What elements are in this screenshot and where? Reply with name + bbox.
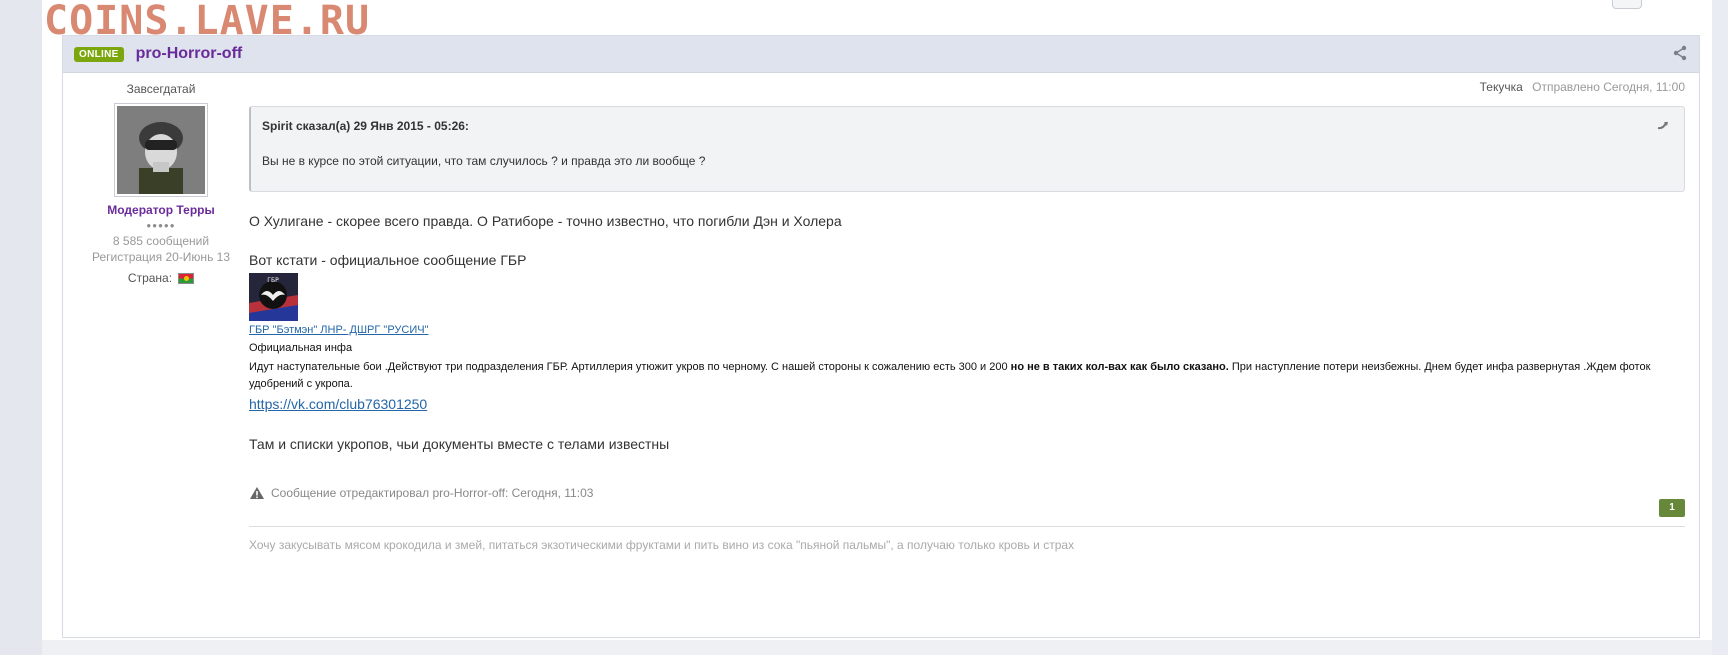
gbr-group-link[interactable]: ГБР "Бэтмэн" ЛНР- ДШРГ "РУСИЧ" (249, 324, 429, 336)
author-rank-title: Завсегдатай (126, 82, 196, 96)
view-quoted-post-icon[interactable] (1656, 119, 1670, 131)
quote-block: Spirit сказал(а) 29 Янв 2015 - 05:26: Вы… (249, 106, 1685, 192)
avatar[interactable] (114, 103, 208, 197)
bottom-background-strip (42, 640, 1712, 655)
report-text-part: Идут наступательные бои .Действуют три п… (249, 361, 1011, 373)
report-text: Идут наступательные бои .Действуют три п… (249, 359, 1685, 393)
avatar-image (117, 106, 205, 194)
author-group: Модератор Терры (107, 203, 215, 217)
batman-emblem-icon: ГБР (249, 273, 298, 321)
forum-post: ONLINE pro-Horror-off Завсегдатай Модера… (62, 35, 1700, 638)
svg-text:ГБР: ГБР (267, 277, 279, 284)
post-count: 8 585 сообщений (112, 234, 210, 248)
edit-note-text: Сообщение отредактировал pro-Horror-off:… (271, 486, 594, 500)
vk-club-link[interactable]: https://vk.com/club76301250 (249, 396, 427, 412)
post-header: ONLINE pro-Horror-off (63, 36, 1699, 73)
share-icon[interactable] (1673, 45, 1687, 61)
edit-note: Сообщение отредактировал pro-Horror-off:… (249, 486, 593, 500)
registration-date: Регистрация 20-Июнь 13 (91, 250, 230, 264)
author-panel: Завсегдатай Модератор Терры ●●●●● 8 585 … (63, 82, 259, 285)
avatar-figure (117, 106, 205, 194)
post-paragraph: О Хулигане - скорее всего правда. О Рати… (249, 213, 842, 229)
quote-citation: Spirit сказал(а) 29 Янв 2015 - 05:26: (262, 119, 469, 133)
quote-text: Вы не в курсе по этой ситуации, что там … (262, 154, 706, 168)
post-author-link[interactable]: pro-Horror-off (136, 45, 243, 63)
post-date[interactable]: Отправлено Сегодня, 11:00 (1532, 80, 1685, 94)
warning-icon (250, 487, 264, 499)
country-label: Страна: (127, 271, 173, 285)
online-status-badge: ONLINE (74, 46, 124, 62)
country-row: Страна: (63, 271, 259, 285)
signature-divider (249, 526, 1685, 527)
report-text-bold: но не в таких кол-вах как было сказано. (1010, 361, 1229, 373)
country-flag-icon (178, 272, 195, 284)
topic-name: Текучка (1479, 80, 1523, 94)
top-edge-button[interactable] (1612, 0, 1642, 9)
user-signature: Хочу закусывать мясом крокодила и змей, … (249, 538, 1075, 552)
left-background-strip (0, 0, 42, 655)
official-info-label: Официальная инфа (249, 342, 353, 354)
gbr-unit-image[interactable]: ГБР (249, 273, 298, 321)
reputation-badge[interactable]: 1 (1659, 499, 1685, 517)
post-meta: Текучка Отправлено Сегодня, 11:00 (1480, 80, 1685, 94)
post-paragraph: Вот кстати - официальное сообщение ГБР (249, 252, 527, 268)
post-paragraph: Там и списки укропов, чьи документы вмес… (249, 436, 670, 452)
rank-pips: ●●●●● (146, 221, 176, 230)
